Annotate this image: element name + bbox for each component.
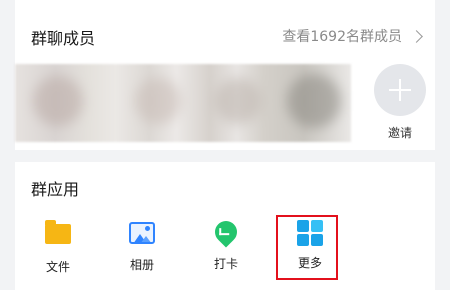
app-files[interactable]: 文件 <box>28 220 88 275</box>
app-checkin[interactable]: 打卡 <box>196 216 256 272</box>
view-all-members-link[interactable]: 查看1692名群成员 <box>282 26 423 46</box>
folder-icon <box>45 220 71 250</box>
avatar[interactable] <box>135 78 181 124</box>
group-apps-title: 群应用 <box>31 180 80 199</box>
avatar[interactable] <box>33 76 83 126</box>
invite-button[interactable]: 邀请 <box>373 64 427 141</box>
checkin-icon <box>210 216 242 248</box>
group-apps-list: 文件 相册 打卡 更多 <box>15 216 435 280</box>
avatar[interactable] <box>287 74 341 128</box>
view-all-label: 查看1692名群成员 <box>282 29 402 45</box>
plus-icon[interactable] <box>374 64 426 116</box>
members-card: 群聊成员 查看1692名群成员 邀请 <box>15 0 435 150</box>
member-avatars-strip[interactable] <box>15 64 351 142</box>
chevron-right-icon <box>410 29 423 43</box>
invite-label: 邀请 <box>387 126 412 140</box>
highlight-box <box>276 215 338 280</box>
group-apps-card: 群应用 文件 相册 打卡 更多 <box>15 162 435 290</box>
members-title: 群聊成员 <box>31 29 96 48</box>
avatar[interactable] <box>215 78 261 124</box>
album-icon <box>129 222 155 248</box>
app-label: 打卡 <box>213 257 238 271</box>
app-label: 文件 <box>45 260 70 274</box>
app-label: 相册 <box>129 258 154 272</box>
app-album[interactable]: 相册 <box>112 220 172 273</box>
